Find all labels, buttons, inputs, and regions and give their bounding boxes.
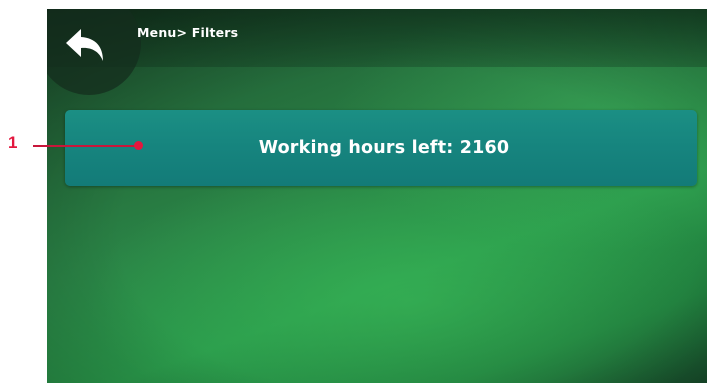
callout-number: 1 — [8, 133, 18, 152]
device-screen: Menu> Filters Working hours left: 2160 — [47, 9, 707, 383]
callout-line — [33, 145, 139, 147]
back-button[interactable] — [61, 23, 117, 67]
breadcrumb: Menu> Filters — [137, 25, 239, 40]
callout-dot — [134, 141, 143, 150]
working-hours-text: Working hours left: 2160 — [258, 138, 510, 158]
working-hours-bar: Working hours left: 2160 — [65, 110, 697, 186]
page: 1 Menu> Filters Working hours left: 2160 — [0, 0, 707, 383]
back-arrow-icon — [61, 23, 117, 67]
